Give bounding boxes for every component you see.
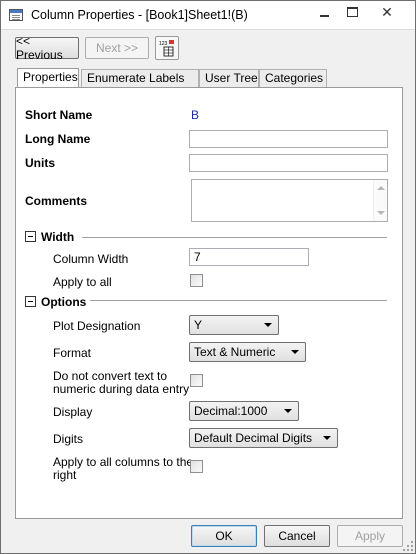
- apply-columns-label-line2: right: [53, 468, 77, 482]
- digits-label: Digits: [53, 432, 84, 446]
- display-select[interactable]: Decimal:1000: [189, 401, 299, 421]
- comments-textarea[interactable]: [191, 179, 388, 222]
- chevron-down-icon: [323, 436, 331, 440]
- display-value: Decimal:1000: [194, 404, 268, 418]
- column-width-input[interactable]: 7: [189, 248, 309, 266]
- apply-columns-label-line1: Apply to all columns to the: [53, 455, 194, 469]
- width-divider: [82, 237, 387, 238]
- short-name-label: Short Name: [25, 108, 93, 122]
- long-name-input[interactable]: [189, 130, 388, 148]
- tab-enumerate-labels[interactable]: Enumerate Labels: [81, 69, 199, 87]
- chevron-down-icon: [291, 350, 299, 354]
- tab-categories[interactable]: Categories: [259, 69, 327, 87]
- units-label: Units: [25, 156, 55, 170]
- plot-designation-value: Y: [194, 318, 203, 332]
- digits-select[interactable]: Default Decimal Digits: [189, 428, 338, 448]
- collapse-icon[interactable]: [25, 231, 36, 242]
- plot-designation-label: Plot Designation: [53, 319, 141, 333]
- comments-scrollbar[interactable]: [373, 180, 387, 221]
- ok-button[interactable]: OK: [191, 525, 257, 547]
- long-name-label: Long Name: [25, 132, 91, 146]
- options-divider: [90, 300, 387, 301]
- no-convert-checkbox[interactable]: [190, 374, 203, 387]
- scroll-up-icon[interactable]: [377, 186, 385, 190]
- apply-button[interactable]: Apply: [337, 525, 403, 547]
- chevron-down-icon: [264, 323, 272, 327]
- scroll-down-icon[interactable]: [377, 211, 385, 215]
- format-select[interactable]: Text & Numeric: [189, 342, 306, 362]
- title-bar[interactable]: Column Properties - [Book1]Sheet1!(B) ✕: [1, 1, 415, 30]
- apply-columns-checkbox[interactable]: [190, 460, 203, 473]
- window-title: Column Properties - [Book1]Sheet1!(B): [31, 8, 248, 22]
- column-properties-dialog: Column Properties - [Book1]Sheet1!(B) ✕ …: [0, 0, 416, 554]
- cancel-button[interactable]: Cancel: [264, 525, 330, 547]
- next-button[interactable]: Next >>: [85, 37, 149, 59]
- width-section-title: Width: [41, 230, 75, 244]
- app-window-icon: [9, 9, 23, 21]
- minimize-button[interactable]: [311, 3, 337, 21]
- close-icon: ✕: [381, 4, 393, 20]
- chevron-down-icon: [284, 409, 292, 413]
- options-section-header[interactable]: Options: [25, 295, 395, 309]
- options-section-title: Options: [41, 295, 87, 309]
- format-label: Format: [53, 346, 92, 360]
- close-button[interactable]: ✕: [367, 3, 407, 21]
- tab-user-tree[interactable]: User Tree: [199, 69, 259, 87]
- resize-grip-icon[interactable]: [403, 541, 413, 551]
- svg-text:123: 123: [159, 41, 168, 47]
- column-width-label: Column Width: [53, 252, 129, 266]
- tab-properties[interactable]: Properties: [17, 68, 79, 87]
- collapse-icon[interactable]: [25, 296, 36, 307]
- properties-panel: Short Name B Long Name Units Comments Wi…: [15, 87, 403, 519]
- no-convert-label-line1: Do not convert text to: [53, 369, 168, 383]
- column-settings-button[interactable]: 123: [155, 36, 179, 60]
- apply-to-all-checkbox[interactable]: [190, 274, 203, 287]
- maximize-button[interactable]: [339, 3, 365, 21]
- apply-to-all-label: Apply to all: [53, 275, 112, 289]
- short-name-value: B: [191, 108, 200, 122]
- format-value: Text & Numeric: [194, 345, 276, 359]
- digits-value: Default Decimal Digits: [194, 431, 313, 445]
- comments-label: Comments: [25, 194, 88, 208]
- display-label: Display: [53, 405, 93, 419]
- units-input[interactable]: [189, 154, 388, 172]
- plot-designation-select[interactable]: Y: [189, 315, 279, 335]
- no-convert-label-line2: numeric during data entry: [53, 382, 190, 396]
- column-settings-icon: 123: [159, 40, 174, 57]
- previous-button[interactable]: << Previous: [15, 34, 79, 62]
